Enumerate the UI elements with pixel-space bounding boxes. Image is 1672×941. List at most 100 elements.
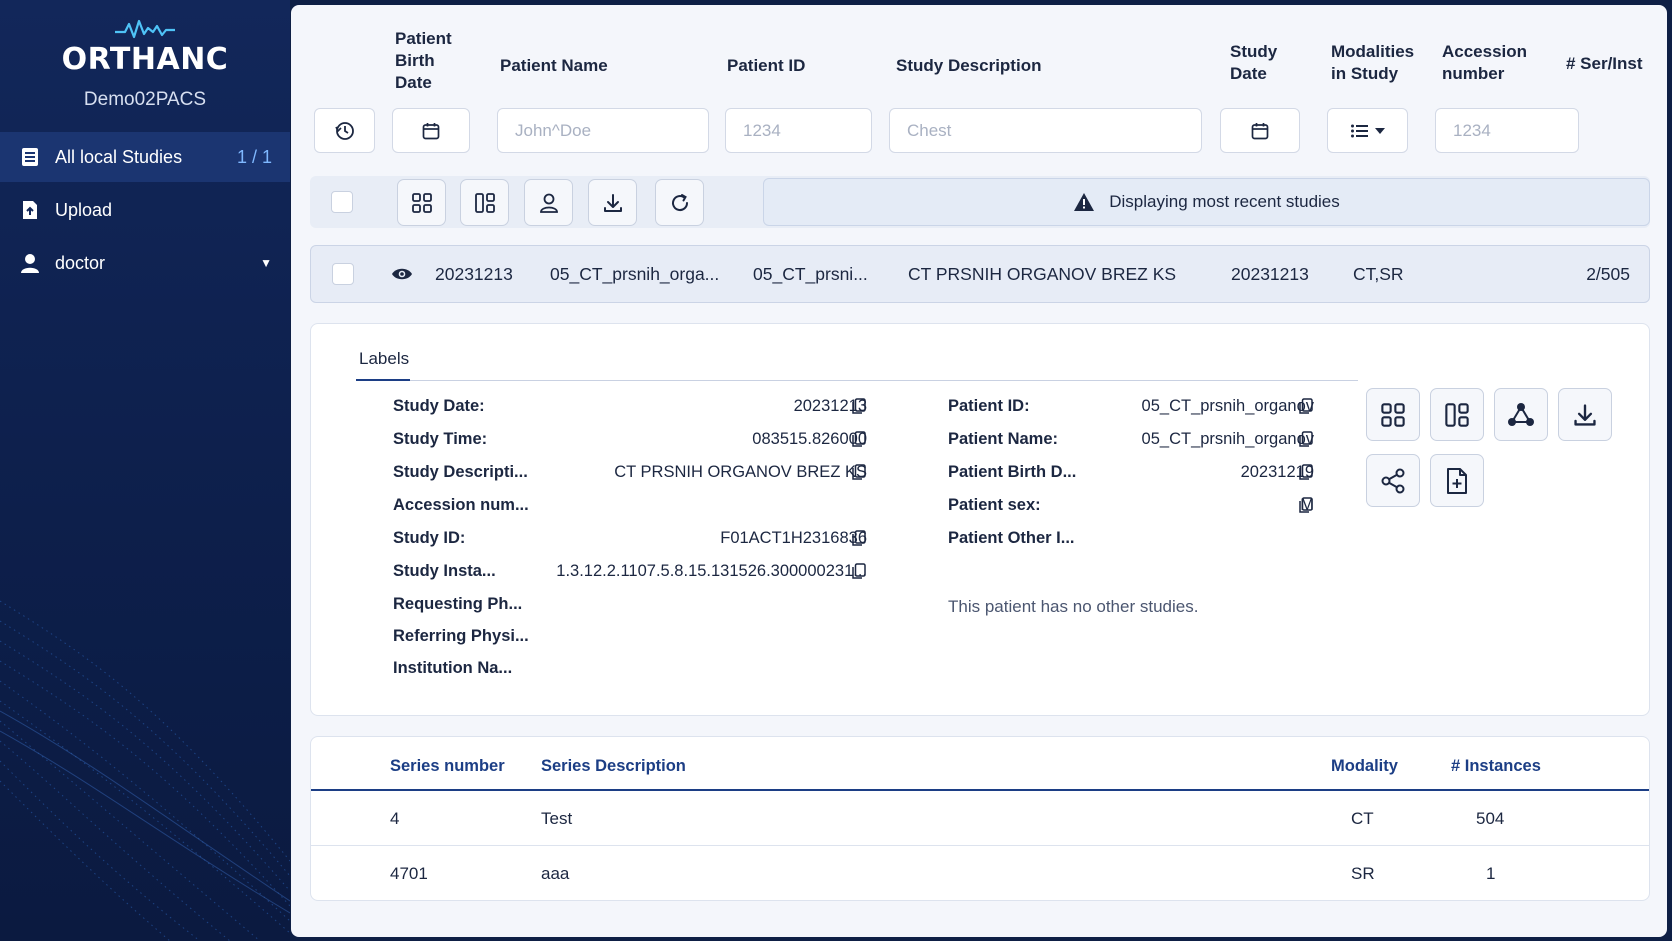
series-header-modality[interactable]: Modality	[1331, 757, 1398, 776]
clear-filters-button[interactable]	[314, 108, 375, 153]
detail-value: 05_CT_prsnih_organov	[1141, 430, 1314, 448]
study-date-filter-button[interactable]	[1220, 108, 1300, 153]
detail-key: Study ID:	[393, 529, 466, 547]
server-name: Demo02PACS	[83, 89, 207, 110]
study-row[interactable]: 20231213 05_CT_prsnih_orga... 05_CT_prsn…	[310, 245, 1650, 303]
download-button[interactable]	[588, 179, 637, 226]
view-grid-button[interactable]	[397, 179, 446, 226]
detail-key: Institution Na...	[393, 659, 513, 677]
tab-labels[interactable]: Labels	[359, 349, 409, 369]
viewer-layout-button[interactable]	[1430, 388, 1484, 441]
view-layout-button[interactable]	[460, 179, 509, 226]
header-ser-inst[interactable]: # Ser/Inst	[1566, 53, 1643, 75]
layout-icon	[1445, 402, 1469, 427]
file-add-icon	[1447, 467, 1467, 494]
detail-key: Patient ID:	[948, 397, 1030, 415]
header-patient-birth-date[interactable]: Patient Birth Date	[395, 28, 475, 94]
study-patient-id: 05_CT_prsni...	[753, 264, 868, 284]
anonymize-button[interactable]	[524, 179, 573, 226]
copy-icon[interactable]	[852, 530, 866, 546]
sidebar-item-label: doctor	[55, 252, 106, 273]
brand-name: ORTHANC	[61, 42, 229, 77]
download-icon	[603, 193, 622, 212]
detail-key: Study Date:	[393, 397, 485, 415]
header-patient-name[interactable]: Patient Name	[500, 55, 608, 77]
series-number: 4	[390, 809, 400, 828]
user-outline-icon	[539, 193, 558, 213]
detail-key: Patient Birth D...	[948, 463, 1077, 481]
transfer-button[interactable]	[1494, 388, 1548, 441]
download-study-button[interactable]	[1558, 388, 1612, 441]
study-description: CT PRSNIH ORGANOV BREZ KS	[908, 264, 1177, 284]
series-instances: 1	[1486, 864, 1496, 883]
recent-studies-notice: Displaying most recent studies	[763, 178, 1650, 226]
list-icon	[20, 147, 40, 167]
patient-name-input[interactable]	[498, 109, 708, 152]
header-patient-id[interactable]: Patient ID	[727, 55, 805, 77]
series-header-number[interactable]: Series number	[390, 757, 505, 776]
select-all-checkbox[interactable]	[331, 191, 353, 213]
orthanc-logo[interactable]: ORTHANC Demo02PACS	[0, 18, 290, 111]
copy-icon[interactable]	[852, 464, 866, 480]
copy-icon[interactable]	[852, 563, 866, 579]
header-study-date[interactable]: Study Date	[1230, 41, 1290, 85]
sidebar-item-all-local-studies[interactable]: All local Studies 1 / 1	[0, 132, 290, 182]
patient-name-filter[interactable]	[497, 108, 709, 153]
study-toolbar: Displaying most recent studies	[310, 176, 1650, 228]
heartbeat-icon	[115, 19, 175, 39]
detail-value: CT PRSNIH ORGANOV BREZ KS	[614, 463, 867, 481]
study-row-checkbox[interactable]	[332, 263, 354, 285]
share-button[interactable]	[1366, 454, 1420, 507]
accession-input[interactable]	[1436, 109, 1578, 152]
caret-down-icon: ▼	[260, 256, 272, 270]
add-pdf-button[interactable]	[1430, 454, 1484, 507]
copy-icon[interactable]	[1299, 398, 1313, 414]
detail-key: Patient Name:	[948, 430, 1059, 448]
series-modality: SR	[1351, 864, 1375, 883]
study-details-panel: Labels Study Date: 20231213 Study Time: …	[310, 323, 1650, 716]
studies-count: 1 / 1	[236, 146, 272, 167]
series-number: 4701	[390, 864, 428, 883]
grid-icon	[411, 192, 432, 213]
study-description-input[interactable]	[890, 109, 1201, 152]
sidebar-item-user-menu[interactable]: doctor ▼	[0, 238, 290, 288]
sidebar-item-upload[interactable]: Upload	[0, 185, 290, 235]
copy-icon[interactable]	[1299, 497, 1313, 513]
sidebar-item-label: All local Studies	[55, 146, 183, 167]
header-modalities[interactable]: Modalities in Study	[1331, 41, 1431, 85]
copy-icon[interactable]	[1299, 464, 1313, 480]
modalities-dropdown[interactable]	[1327, 108, 1408, 153]
accession-filter[interactable]	[1435, 108, 1579, 153]
detail-key: Study Time:	[393, 430, 488, 448]
series-header-description[interactable]: Series Description	[541, 757, 686, 776]
main-panel: Patient Birth Date Patient Name Patient …	[291, 5, 1667, 937]
calendar-icon	[1251, 122, 1269, 139]
no-other-studies-text: This patient has no other studies.	[948, 597, 1199, 616]
detail-value: F01ACT1H2316836	[720, 529, 867, 547]
series-header-instances[interactable]: # Instances	[1451, 757, 1541, 776]
header-study-description[interactable]: Study Description	[896, 55, 1041, 77]
copy-icon[interactable]	[852, 431, 866, 447]
sidebar-nav: All local Studies 1 / 1 Upload doctor ▼	[0, 132, 290, 291]
study-description-filter[interactable]	[889, 108, 1202, 153]
table-row[interactable]: 4 Test CT 504	[311, 791, 1649, 846]
detail-key: Requesting Ph...	[393, 595, 523, 613]
grid-icon	[1381, 402, 1405, 427]
patient-id-input[interactable]	[726, 109, 871, 152]
detail-key: Patient sex:	[948, 496, 1041, 514]
copy-icon[interactable]	[1299, 431, 1313, 447]
decorative-wave	[0, 600, 290, 941]
sidebar-item-label: Upload	[55, 199, 113, 220]
calendar-icon	[422, 122, 440, 139]
birth-date-filter-button[interactable]	[392, 108, 470, 153]
table-row[interactable]: 4701 aaa SR 1	[311, 846, 1649, 900]
series-description: aaa	[541, 864, 570, 883]
eye-icon[interactable]	[391, 266, 413, 287]
refresh-button[interactable]	[655, 179, 704, 226]
study-date: 20231213	[1231, 264, 1309, 284]
copy-icon[interactable]	[852, 398, 866, 414]
refresh-icon	[671, 193, 688, 211]
header-accession-number[interactable]: Accession number	[1442, 41, 1537, 85]
patient-id-filter[interactable]	[725, 108, 872, 153]
viewer-grid-button[interactable]	[1366, 388, 1420, 441]
